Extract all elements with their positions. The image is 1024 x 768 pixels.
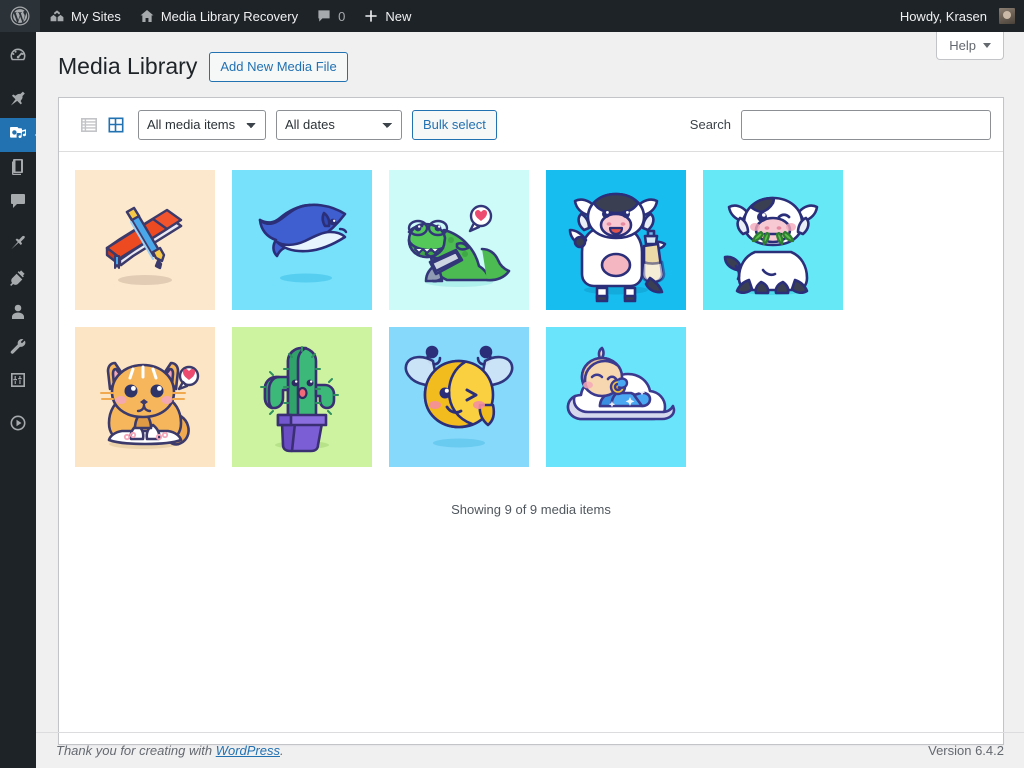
search-group: Search (689, 109, 993, 140)
sidebar-item-plugins[interactable] (0, 263, 36, 297)
admin-sidebar-menu (0, 32, 43, 768)
menu-spacer-3 (0, 399, 36, 408)
menu-spacer-top (0, 32, 36, 41)
attachment-cow-eating-grass[interactable] (695, 162, 851, 318)
plugin-plug-icon (8, 268, 28, 293)
grid-view-button[interactable] (104, 113, 128, 137)
sidebar-item-collapse-menu[interactable] (0, 408, 36, 442)
screen-meta-links: Help (936, 32, 1004, 64)
help-tab-button[interactable]: Help (936, 32, 1004, 60)
comment-bubble-icon (8, 191, 28, 216)
bulk-select-button[interactable]: Bulk select (412, 109, 497, 140)
pin-icon (8, 89, 28, 114)
media-count-text: Showing 9 of 9 media items (451, 502, 611, 517)
media-camera-music-icon (8, 123, 28, 148)
appearance-brush-icon (8, 234, 28, 259)
search-input[interactable] (741, 109, 991, 140)
add-new-media-file-button[interactable]: Add New Media File (209, 52, 348, 82)
play-circle-icon (8, 413, 28, 438)
chevron-down-icon (983, 43, 991, 48)
admin-bar: My Sites Media Library Recovery 0 New Ho… (0, 0, 1024, 32)
attachments-grid: Showing 9 of 9 media items (59, 152, 1003, 517)
admin-bar-right: Howdy, Krasen (891, 0, 1024, 32)
content-area: Help Media Library Add New Media File Al… (36, 32, 1024, 768)
attachment-thumbnail (546, 327, 686, 467)
sidebar-item-users[interactable] (0, 297, 36, 331)
my-sites-menu[interactable]: My Sites (40, 0, 130, 32)
settings-sliders-icon (8, 370, 28, 395)
wrench-icon (8, 336, 28, 361)
attachment-cactus-in-pot[interactable] (224, 319, 380, 475)
search-label: Search (689, 117, 731, 132)
sidebar-item-pages[interactable] (0, 152, 36, 186)
site-name-menu[interactable]: Media Library Recovery (130, 0, 307, 32)
wordpress-logo-icon (10, 6, 30, 26)
menu-spacer-2 (0, 220, 36, 229)
attachment-thumbnail (232, 327, 372, 467)
my-sites-icon (49, 8, 65, 24)
sidebar-item-media[interactable] (0, 118, 43, 152)
footer-version: Version 6.4.2 (928, 743, 1004, 758)
comments-menu[interactable]: 0 (307, 0, 354, 32)
attachment-thumbnail (75, 327, 215, 467)
plus-icon (363, 8, 379, 24)
attachment-dolphin[interactable] (224, 162, 380, 318)
attachment-thumbnail (389, 327, 529, 467)
new-content-menu[interactable]: New (354, 0, 420, 32)
list-view-button[interactable] (77, 113, 101, 137)
attachment-thumbnail (546, 170, 686, 310)
my-account-menu[interactable]: Howdy, Krasen (891, 0, 1024, 32)
attachment-thumbnail (389, 170, 529, 310)
sidebar-item-appearance[interactable] (0, 229, 36, 263)
attachment-thumbnail (703, 170, 843, 310)
sidebar-item-posts[interactable] (0, 84, 36, 118)
media-library-frame: All media items All dates Bulk select Se… (58, 97, 1004, 745)
attachment-thumbnail (232, 170, 372, 310)
comment-bubble-icon (316, 8, 332, 24)
sidebar-item-tools[interactable] (0, 331, 36, 365)
page-title: Media Library (58, 53, 198, 79)
site-name-label: Media Library Recovery (160, 8, 299, 24)
footer-thankyou: Thank you for creating with WordPress. (56, 743, 284, 758)
footer-thanks-prefix: Thank you for creating with (56, 743, 216, 758)
media-count-status: Showing 9 of 9 media items (67, 476, 995, 517)
pages-icon (8, 157, 28, 182)
menu-spacer-1 (0, 75, 36, 84)
wordpress-link[interactable]: WordPress (216, 743, 280, 758)
footer-thanks-suffix: . (280, 743, 284, 758)
avatar (999, 8, 1015, 24)
date-filter[interactable]: All dates (276, 109, 402, 140)
dashboard-icon (8, 46, 28, 71)
media-type-filter[interactable]: All media items (138, 109, 266, 140)
user-icon (8, 302, 28, 327)
sidebar-item-dashboard[interactable] (0, 41, 36, 75)
home-icon (139, 8, 155, 24)
new-content-label: New (385, 8, 412, 24)
attachment-thumbnail (75, 170, 215, 310)
page-header: Media Library Add New Media File (58, 52, 348, 82)
admin-footer: Thank you for creating with WordPress. V… (36, 732, 1024, 768)
attachment-baby-sleeping-on-cloud[interactable] (538, 319, 694, 475)
attachment-book-and-pen[interactable] (67, 162, 223, 318)
attachment-orange-cat[interactable] (67, 319, 223, 475)
attachment-bee[interactable] (381, 319, 537, 475)
attachment-cow-with-milk-bottle[interactable] (538, 162, 694, 318)
attachment-dinosaur-with-tablet[interactable] (381, 162, 537, 318)
my-sites-label: My Sites (71, 8, 121, 24)
comments-count: 0 (338, 8, 346, 24)
wordpress-logo-menu[interactable] (0, 0, 40, 32)
sidebar-item-comments[interactable] (0, 186, 36, 220)
howdy-label: Howdy, Krasen (899, 8, 987, 24)
view-switch (69, 113, 128, 137)
sidebar-item-settings[interactable] (0, 365, 36, 399)
media-toolbar: All media items All dates Bulk select Se… (59, 98, 1003, 152)
help-tab-label: Help (949, 38, 976, 53)
